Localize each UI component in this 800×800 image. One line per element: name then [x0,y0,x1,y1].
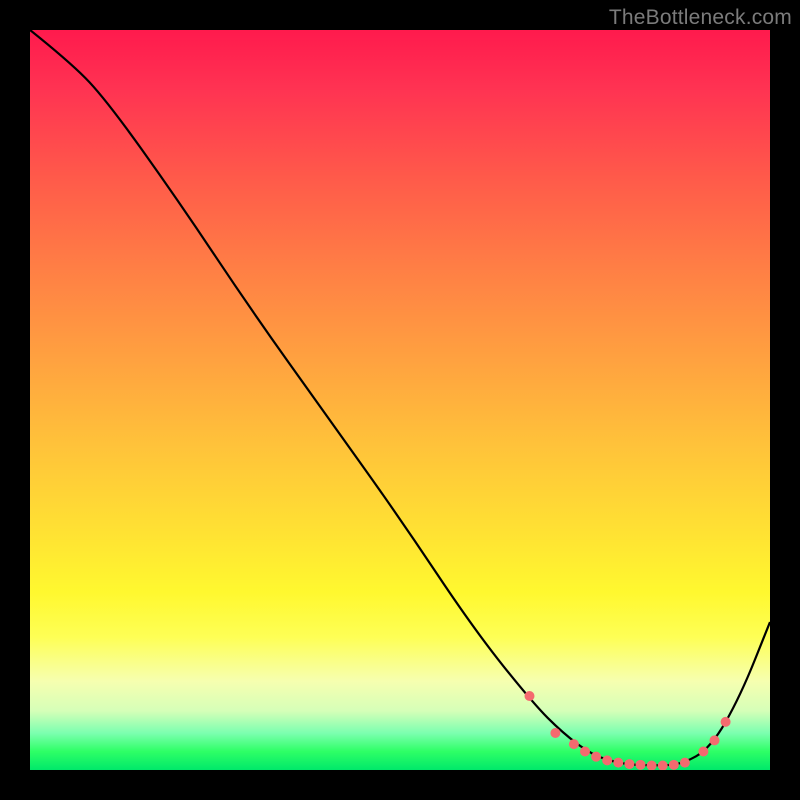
curve-marker [658,761,668,770]
curve-marker [550,728,560,738]
curve-marker [525,691,535,701]
curve-marker [613,758,623,768]
chart-svg [30,30,770,770]
curve-marker [569,739,579,749]
curve-marker [636,760,646,770]
curve-marker [680,758,690,768]
curve-marker [698,747,708,757]
curve-marker [580,747,590,757]
curve-marker [721,717,731,727]
curve-marker [647,761,657,770]
curve-marker [591,752,601,762]
watermark-label: TheBottleneck.com [609,6,792,30]
bottleneck-curve [30,30,770,765]
curve-marker [624,759,634,769]
chart-stage: TheBottleneck.com [0,0,800,800]
chart-plot-area [30,30,770,770]
curve-marker [669,760,679,770]
curve-marker [710,735,720,745]
curve-markers [525,691,731,770]
curve-marker [602,755,612,765]
